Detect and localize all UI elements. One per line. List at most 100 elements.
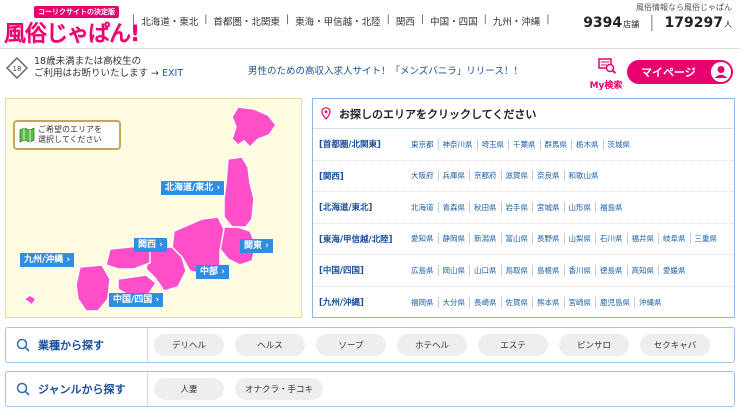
prefecture-list: 東京都 神奈川県 埼玉県 千葉県 群馬県 栃木県 茨城県: [411, 138, 635, 150]
prefecture-link[interactable]: 大阪府: [411, 170, 438, 181]
industry-search-bar: 業種から探す デリヘル ヘルス ソープ ホテヘル エステ ピンサロ セクキャバ: [5, 327, 735, 363]
prefecture-link[interactable]: 山形県: [563, 201, 596, 213]
prefecture-link[interactable]: 岐阜県: [658, 233, 690, 245]
prefecture-link[interactable]: 島根県: [532, 264, 564, 276]
my-search-label: My検索: [589, 81, 623, 91]
prefecture-link[interactable]: 京都府: [469, 170, 501, 182]
prefecture-link[interactable]: 宮城県: [532, 201, 564, 213]
nav-tokai[interactable]: 東海・甲信越・北陸: [295, 14, 381, 28]
industry-chip[interactable]: ソープ: [316, 334, 386, 356]
map-label-chugoku-shikoku[interactable]: 中国/四国 ›: [109, 293, 164, 307]
prefecture-link[interactable]: 東京都: [411, 139, 438, 150]
area-region-link[interactable]: [首都圏/北関東]: [319, 138, 411, 150]
prefecture-link[interactable]: 石川県: [595, 233, 627, 245]
genre-chip[interactable]: 人妻: [154, 378, 224, 400]
map-label-kanto[interactable]: 関東 ›: [240, 239, 273, 253]
prefecture-link[interactable]: 兵庫県: [437, 170, 470, 182]
prefecture-link[interactable]: 秋田県: [469, 201, 501, 213]
industry-chip[interactable]: エステ: [478, 334, 548, 356]
prefecture-link[interactable]: 千葉県: [508, 138, 540, 150]
chevron-right-icon: ›: [221, 267, 225, 277]
area-region-link[interactable]: [北海道/東北]: [319, 201, 411, 213]
age-warning-icon: 18: [6, 57, 28, 79]
prefecture-link[interactable]: 静岡県: [437, 233, 470, 245]
industry-chip[interactable]: ピンサロ: [559, 334, 629, 356]
prefecture-link[interactable]: 北海道: [411, 202, 438, 213]
map-label-kansai[interactable]: 関西 ›: [134, 238, 167, 252]
prefecture-link[interactable]: 神奈川県: [437, 138, 477, 150]
prefecture-link[interactable]: 高知県: [626, 264, 659, 276]
user-avatar-icon: [711, 62, 731, 82]
exit-link[interactable]: EXIT: [162, 68, 183, 79]
member-count: 179297: [664, 15, 723, 31]
prefecture-link[interactable]: 福島県: [595, 201, 627, 213]
prefecture-link[interactable]: 宮崎県: [563, 296, 596, 308]
industry-chip[interactable]: ヘルス: [235, 334, 305, 356]
area-row: [首都圏/北関東] 東京都 神奈川県 埼玉県 千葉県 群馬県 栃木県 茨城県: [313, 129, 734, 161]
prefecture-list: 広島県 岡山県 山口県 鳥取県 島根県 香川県 徳島県 高知県 愛媛県: [411, 264, 690, 276]
industry-chip[interactable]: セクキャバ: [640, 334, 710, 356]
prefecture-link[interactable]: 徳島県: [595, 264, 627, 276]
prefecture-link[interactable]: 滋賀県: [500, 170, 533, 182]
my-search-button[interactable]: My検索: [586, 58, 626, 91]
prefecture-link[interactable]: 岡山県: [437, 264, 470, 276]
age-notice: 18 18歳未満または高校生の ご利用はお断りいたします → EXIT: [6, 56, 183, 80]
prefecture-link[interactable]: 長野県: [532, 233, 564, 245]
prefecture-link[interactable]: 大分県: [437, 296, 470, 308]
area-region-link[interactable]: [東海/甲信越/北陸]: [319, 233, 411, 245]
mypage-button[interactable]: マイページ: [627, 60, 733, 84]
site-logo[interactable]: コーリクサイトの決定版 風俗じゃぱん!: [4, 6, 140, 47]
prefecture-link[interactable]: 長崎県: [469, 296, 501, 308]
nav-chugoku-shikoku[interactable]: 中国・四国: [430, 14, 478, 28]
nav-hokkaido-tohoku[interactable]: 北海道・東北: [141, 14, 198, 28]
prefecture-link[interactable]: 山梨県: [563, 233, 596, 245]
prefecture-link[interactable]: 群馬県: [539, 138, 572, 150]
prefecture-link[interactable]: 香川県: [563, 264, 596, 276]
prefecture-link[interactable]: 沖縄県: [634, 296, 666, 308]
map-label-chubu[interactable]: 中部 ›: [196, 265, 229, 279]
area-region-link[interactable]: [九州/沖縄]: [319, 296, 411, 308]
prefecture-link[interactable]: 三重県: [689, 233, 722, 245]
nav-shutoken[interactable]: 首都圏・北関東: [213, 14, 280, 28]
prefecture-link[interactable]: 青森県: [437, 201, 470, 213]
industry-search-label: 業種から探す: [6, 328, 148, 362]
prefecture-link[interactable]: 佐賀県: [500, 296, 533, 308]
prefecture-link[interactable]: 熊本県: [532, 296, 564, 308]
area-row: [関西] 大阪府 兵庫県 京都府 滋賀県 奈良県 和歌山県: [313, 161, 734, 192]
prefecture-list: 愛知県 静岡県 新潟県 富山県 長野県 山梨県 石川県 福井県 岐阜県 三重県: [411, 233, 722, 245]
promo-link[interactable]: 男性のための高収入求人サイト！「メンズバニラ」リリース！！: [248, 63, 523, 77]
industry-chip[interactable]: ホテヘル: [397, 334, 467, 356]
map-instruction: ご希望のエリアを 選択してください: [13, 120, 121, 150]
area-row: [中国/四国] 広島県 岡山県 山口県 鳥取県 島根県 香川県 徳島県 高知県 愛媛県: [313, 255, 734, 287]
area-region-link[interactable]: [関西]: [319, 170, 411, 182]
prefecture-link[interactable]: 鳥取県: [500, 264, 533, 276]
genre-chip[interactable]: オナクラ・手コキ: [235, 378, 324, 400]
age-notice-line1: 18歳未満または高校生の: [34, 56, 142, 67]
prefecture-link[interactable]: 茨城県: [602, 138, 635, 150]
area-row: [九州/沖縄] 福岡県 大分県 長崎県 佐賀県 熊本県 宮崎県 鹿児島県 沖縄県: [313, 287, 734, 319]
location-pin-icon: [321, 107, 331, 120]
industry-chip[interactable]: デリヘル: [154, 334, 224, 356]
prefecture-link[interactable]: 奈良県: [532, 170, 564, 182]
prefecture-link[interactable]: 富山県: [500, 233, 533, 245]
prefecture-link[interactable]: 山口県: [469, 264, 501, 276]
prefecture-link[interactable]: 新潟県: [469, 233, 501, 245]
prefecture-link[interactable]: 岩手県: [500, 201, 533, 213]
prefecture-link[interactable]: 和歌山県: [563, 170, 603, 182]
shop-unit: 店舗: [623, 20, 640, 29]
nav-kyushu-okinawa[interactable]: 九州・沖縄: [493, 14, 541, 28]
map-label-hokkaido-tohoku[interactable]: 北海道/東北 ›: [161, 181, 225, 195]
prefecture-link[interactable]: 福岡県: [411, 297, 438, 308]
prefecture-link[interactable]: 愛媛県: [658, 264, 690, 276]
prefecture-link[interactable]: 福井県: [626, 233, 659, 245]
area-region-link[interactable]: [中国/四国]: [319, 264, 411, 276]
nav-kansai[interactable]: 関西: [396, 14, 415, 28]
map-label-kyushu-okinawa[interactable]: 九州/沖縄 ›: [20, 253, 75, 267]
prefecture-link[interactable]: 広島県: [411, 265, 438, 276]
prefecture-link[interactable]: 愛知県: [411, 233, 438, 244]
region-nav: | 北海道・東北 | 首都圏・北関東 | 東海・甲信越・北陸 | 関西 | 中国…: [132, 14, 550, 28]
prefecture-link[interactable]: 栃木県: [571, 138, 603, 150]
search-icon: [16, 382, 30, 396]
prefecture-link[interactable]: 鹿児島県: [595, 296, 634, 308]
prefecture-link[interactable]: 埼玉県: [476, 138, 509, 150]
